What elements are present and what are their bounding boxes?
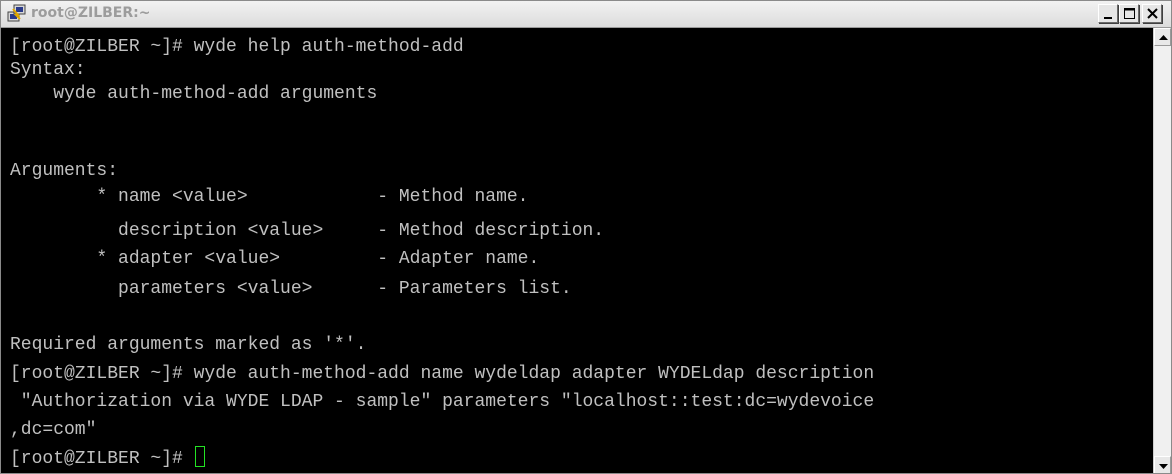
terminal-line: ,dc=com": [10, 420, 97, 440]
terminal-line: wyde auth-method-add arguments: [10, 84, 378, 104]
title-bar[interactable]: root@ZILBER:~: [1, 1, 1171, 28]
terminal-line: [root@ZILBER ~]# wyde help auth-method-a…: [10, 37, 464, 57]
terminal-output[interactable]: [root@ZILBER ~]# wyde help auth-method-a…: [1, 28, 1153, 473]
terminal-line: Syntax:: [10, 60, 86, 80]
vertical-scrollbar[interactable]: [1153, 28, 1171, 473]
terminal-line: Required arguments marked as '*'.: [10, 335, 367, 355]
terminal-line: * name <value> - Method name.: [10, 187, 529, 207]
minimize-button[interactable]: [1098, 4, 1118, 23]
terminal-line: * adapter <value> - Adapter name.: [10, 249, 540, 269]
terminal-window: root@ZILBER:~ [root@ZILBER ~]# wyde help…: [0, 0, 1172, 474]
scroll-down-button[interactable]: [1154, 456, 1171, 473]
prompt-text: [root@ZILBER ~]#: [10, 449, 194, 469]
terminal-line: "Authorization via WYDE LDAP - sample" p…: [10, 392, 875, 412]
terminal-line: Arguments:: [10, 161, 119, 181]
putty-icon[interactable]: [7, 3, 27, 23]
maximize-icon: [1124, 8, 1135, 19]
terminal-line: description <value> - Method description…: [10, 221, 605, 241]
prompt-line[interactable]: [root@ZILBER ~]#: [10, 446, 205, 470]
maximize-button[interactable]: [1119, 4, 1139, 23]
arrow-up-icon: [1159, 35, 1168, 40]
arrow-down-icon: [1159, 464, 1168, 469]
text-cursor: [194, 446, 205, 467]
terminal-line: parameters <value> - Parameters list.: [10, 279, 572, 299]
minimize-icon: [1104, 17, 1112, 19]
scroll-up-button[interactable]: [1154, 28, 1171, 46]
window-title: root@ZILBER:~: [31, 5, 151, 21]
close-icon: [1147, 8, 1158, 19]
close-button[interactable]: [1142, 4, 1162, 23]
terminal-line: [root@ZILBER ~]# wyde auth-method-add na…: [10, 364, 875, 384]
